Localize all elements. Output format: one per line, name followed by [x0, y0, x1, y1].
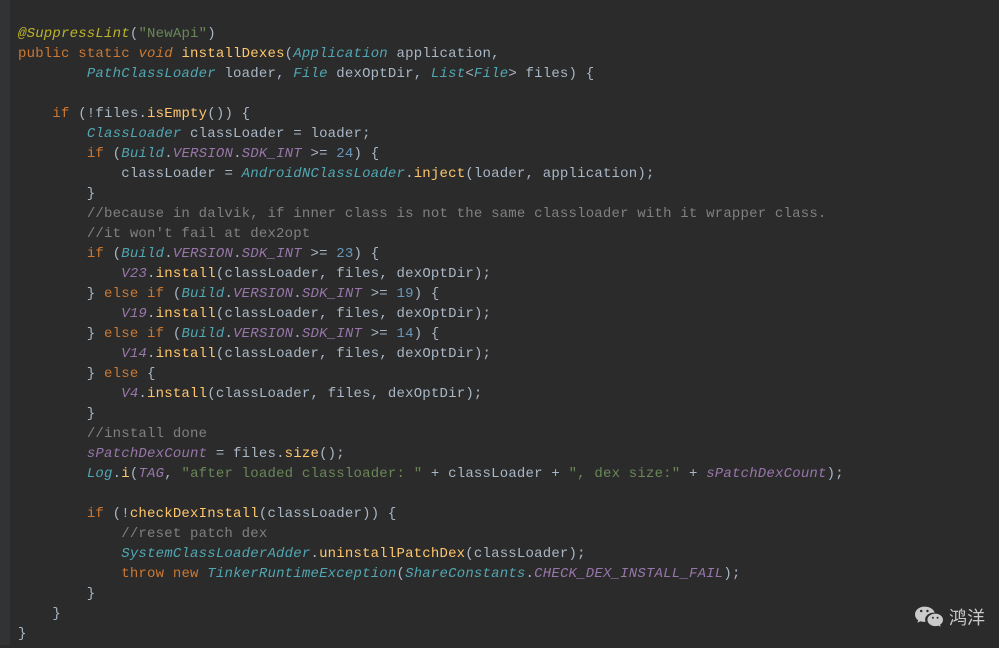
param: files — [526, 66, 569, 82]
param: dexOptDir — [336, 66, 413, 82]
static: V19 — [121, 306, 147, 322]
type: Build — [181, 286, 224, 302]
var: classLoader — [216, 386, 311, 402]
kw-else: else — [104, 366, 138, 382]
const: SDK_INT — [242, 146, 302, 162]
param: application — [397, 46, 492, 62]
kw-new: new — [173, 566, 199, 582]
var: dexOptDir — [397, 266, 474, 282]
var: files — [336, 266, 379, 282]
param: loader — [224, 66, 276, 82]
type: File — [474, 66, 508, 82]
var: dexOptDir — [397, 346, 474, 362]
comment: //because in dalvik, if inner class is n… — [87, 206, 827, 222]
method: checkDexInstall — [130, 506, 259, 522]
code-editor: @SuppressLint("NewApi") public static vo… — [0, 0, 999, 648]
const: TAG — [138, 466, 164, 482]
kw-if: if — [87, 146, 104, 162]
var: application — [543, 166, 638, 182]
wechat-icon — [915, 605, 943, 631]
comment: //reset patch dex — [121, 526, 267, 542]
type: TinkerRuntimeException — [207, 566, 396, 582]
method: install — [147, 386, 207, 402]
const: VERSION — [173, 246, 233, 262]
type: PathClassLoader — [87, 66, 216, 82]
num: 24 — [336, 146, 353, 162]
const: VERSION — [233, 286, 293, 302]
const: SDK_INT — [302, 286, 362, 302]
var: loader — [474, 166, 526, 182]
var: files — [233, 446, 276, 462]
var: classLoader — [474, 546, 569, 562]
num: 14 — [397, 326, 414, 342]
string: ", dex size:" — [569, 466, 681, 482]
var: classLoader — [448, 466, 543, 482]
kw-public: public — [18, 46, 70, 62]
type: AndroidNClassLoader — [242, 166, 405, 182]
type: List — [431, 66, 465, 82]
type: Build — [121, 246, 164, 262]
kw-else: else — [104, 326, 138, 342]
static: V14 — [121, 346, 147, 362]
var: classLoader — [121, 166, 216, 182]
comment: //install done — [87, 426, 207, 442]
var: classLoader — [224, 266, 319, 282]
const: VERSION — [233, 326, 293, 342]
static-var: sPatchDexCount — [87, 446, 207, 462]
method: install — [156, 306, 216, 322]
var: dexOptDir — [388, 386, 465, 402]
kw-if: if — [147, 286, 164, 302]
static: V23 — [121, 266, 147, 282]
const: CHECK_DEX_INSTALL_FAIL — [534, 566, 723, 582]
method: isEmpty — [147, 106, 207, 122]
string: "after loaded classloader: " — [181, 466, 422, 482]
var: dexOptDir — [397, 306, 474, 322]
type: Build — [181, 326, 224, 342]
method-name: installDexes — [181, 46, 284, 62]
method: i — [121, 466, 130, 482]
kw-if: if — [147, 326, 164, 342]
kw-if: if — [87, 506, 104, 522]
var: classLoader — [224, 346, 319, 362]
watermark-text: 鸿洋 — [949, 608, 985, 628]
var: files — [336, 306, 379, 322]
num: 23 — [336, 246, 353, 262]
type: ShareConstants — [405, 566, 525, 582]
var: files — [95, 106, 138, 122]
type: ClassLoader — [87, 126, 182, 142]
comment: //it won't fail at dex2opt — [87, 226, 311, 242]
kw-void: void — [138, 46, 172, 62]
kw-if: if — [87, 246, 104, 262]
static-var: sPatchDexCount — [706, 466, 826, 482]
kw-throw: throw — [121, 566, 164, 582]
const: SDK_INT — [242, 246, 302, 262]
const: SDK_INT — [302, 326, 362, 342]
annotation: @SuppressLint — [18, 26, 130, 42]
annotation-arg: "NewApi" — [138, 26, 207, 42]
kw-if: if — [52, 106, 69, 122]
var: files — [336, 346, 379, 362]
type: Application — [293, 46, 388, 62]
editor-gutter — [0, 0, 10, 645]
var: classLoader — [267, 506, 362, 522]
type: File — [293, 66, 327, 82]
type: SystemClassLoaderAdder — [121, 546, 310, 562]
kw-else: else — [104, 286, 138, 302]
watermark: 鸿洋 — [915, 605, 985, 631]
static: V4 — [121, 386, 138, 402]
method: install — [156, 346, 216, 362]
method: install — [156, 266, 216, 282]
type: Build — [121, 146, 164, 162]
const: VERSION — [173, 146, 233, 162]
kw-static: static — [78, 46, 130, 62]
type: Log — [87, 466, 113, 482]
var: loader — [310, 126, 362, 142]
num: 19 — [397, 286, 414, 302]
method: size — [285, 446, 319, 462]
var: classLoader — [224, 306, 319, 322]
method: inject — [414, 166, 466, 182]
var: files — [328, 386, 371, 402]
method: uninstallPatchDex — [319, 546, 465, 562]
var: classLoader — [190, 126, 285, 142]
